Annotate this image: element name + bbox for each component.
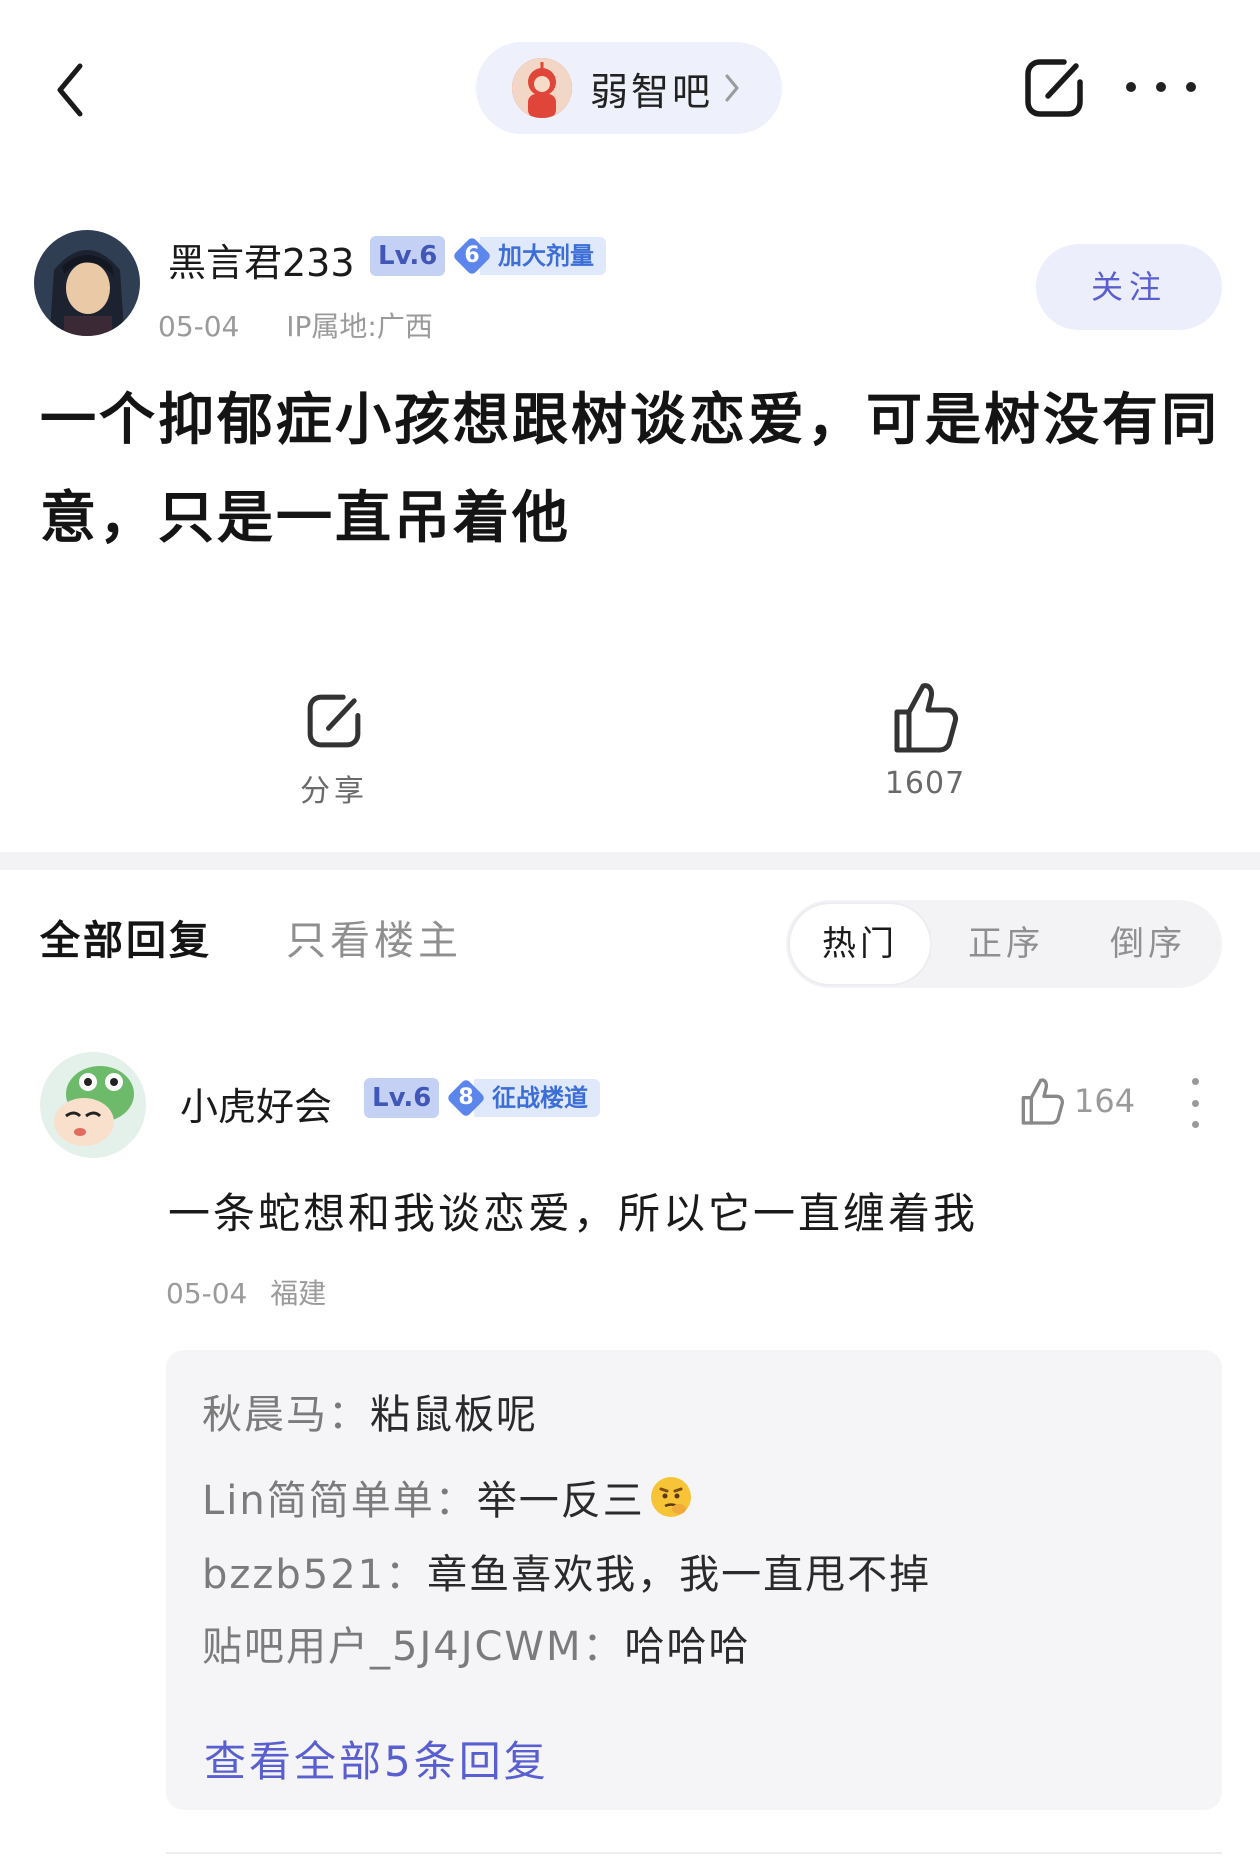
share-button-top[interactable] (1018, 52, 1090, 124)
sub-reply-user[interactable]: 贴吧用户_5J4JCWM： (202, 1624, 624, 1670)
medal-title: 征战楼道 (474, 1079, 600, 1117)
forum-link[interactable]: 弱智吧 (476, 42, 782, 134)
follow-button[interactable]: 关注 (1036, 244, 1222, 330)
like-button[interactable]: 1607 (870, 680, 980, 801)
sub-reply-item[interactable]: bzzb521：章鱼喜欢我，我一直甩不掉 (202, 1542, 931, 1600)
chevron-left-icon (57, 63, 83, 117)
like-count: 1607 (884, 766, 966, 801)
medal-title: 加大剂量 (480, 237, 606, 275)
share-icon (307, 694, 361, 748)
reply-location: 福建 (270, 1277, 327, 1310)
share-icon (1025, 59, 1083, 117)
reply-author-avatar[interactable] (40, 1052, 146, 1158)
reply-author-name[interactable]: 小虎好会 (180, 1076, 332, 1131)
sort-hot[interactable]: 热门 (790, 904, 930, 984)
ip-location: IP属地:广西 (286, 310, 433, 343)
author-name[interactable]: 黑言君233 (168, 232, 355, 287)
forum-avatar-icon (512, 58, 572, 118)
reply-medal-badge: 8 征战楼道 (446, 1076, 600, 1120)
sub-reply-user[interactable]: 秋晨马： (202, 1392, 370, 1438)
sub-reply-text: 章鱼喜欢我，我一直甩不掉 (427, 1552, 932, 1598)
author-avatar[interactable] (34, 230, 140, 336)
more-menu-button[interactable] (1126, 72, 1196, 102)
reply-date: 05-04 (166, 1277, 248, 1310)
sort-desc[interactable]: 倒序 (1078, 900, 1218, 988)
back-button[interactable] (40, 50, 100, 130)
share-button[interactable]: 分享 (282, 688, 386, 810)
more-dot-icon (1191, 1099, 1199, 1107)
chevron-right-icon (725, 74, 739, 102)
reply-like-button[interactable]: 164 (1018, 1076, 1135, 1126)
reply-more-button[interactable] (1180, 1078, 1210, 1128)
author-medal-badge: 6 加大剂量 (452, 234, 606, 278)
share-label: 分享 (300, 774, 368, 809)
medal-number: 6 (464, 243, 480, 268)
sub-reply-item[interactable]: 秋晨马：粘鼠板呢 (202, 1382, 538, 1440)
sub-reply-text: 举一反三 (476, 1478, 645, 1524)
reply-text: 一条蛇想和我谈恋爱，所以它一直缠着我 (168, 1189, 979, 1238)
sub-reply-text: 粘鼠板呢 (370, 1392, 538, 1438)
more-dot-icon (1186, 82, 1196, 92)
bottom-divider (166, 1852, 1222, 1854)
tab-op-only[interactable]: 只看楼主 (286, 908, 462, 966)
thinking-face-emoji-icon (650, 1477, 691, 1517)
post-title: 一个抑郁症小孩想跟树谈恋爱，可是树没有同意，只是一直吊着他 (40, 388, 1220, 551)
reply-meta: 05-04 福建 (166, 1272, 326, 1312)
section-divider (0, 852, 1260, 870)
sub-reply-item[interactable]: 贴吧用户_5J4JCWM：哈哈哈 (202, 1614, 750, 1672)
more-dot-icon (1126, 82, 1136, 92)
sub-reply-item[interactable]: Lin简简单单： 举一反三 (202, 1468, 693, 1526)
sub-reply-text: 哈哈哈 (624, 1624, 751, 1670)
thumbs-up-icon (1021, 1078, 1064, 1125)
sort-asc[interactable]: 正序 (936, 900, 1076, 988)
reply-level-badge: Lv.6 (364, 1078, 440, 1118)
more-dot-icon (1191, 1078, 1199, 1085)
tab-all-replies[interactable]: 全部回复 (40, 908, 212, 966)
post-date: 05-04 (158, 310, 240, 343)
sub-replies-box[interactable]: 秋晨马：粘鼠板呢 Lin简简单单： 举一反三 bzzb521：章鱼喜欢我，我一直甩… (166, 1350, 1222, 1810)
sub-reply-user[interactable]: bzzb521： (202, 1552, 427, 1598)
thumbs-up-icon (894, 683, 958, 753)
sub-reply-user[interactable]: Lin简简单单： (202, 1468, 477, 1526)
medal-number: 8 (458, 1085, 474, 1110)
author-level-badge: Lv.6 (370, 236, 446, 276)
sort-toggle: 热门 正序 倒序 (786, 900, 1222, 988)
post-meta: 05-04 IP属地:广西 (158, 305, 433, 345)
more-dot-icon (1156, 82, 1166, 92)
view-all-replies-link[interactable]: 查看全部5条回复 (204, 1728, 549, 1789)
more-dot-icon (1191, 1121, 1199, 1128)
reply-like-count: 164 (1074, 1082, 1136, 1120)
forum-name: 弱智吧 (590, 69, 714, 114)
